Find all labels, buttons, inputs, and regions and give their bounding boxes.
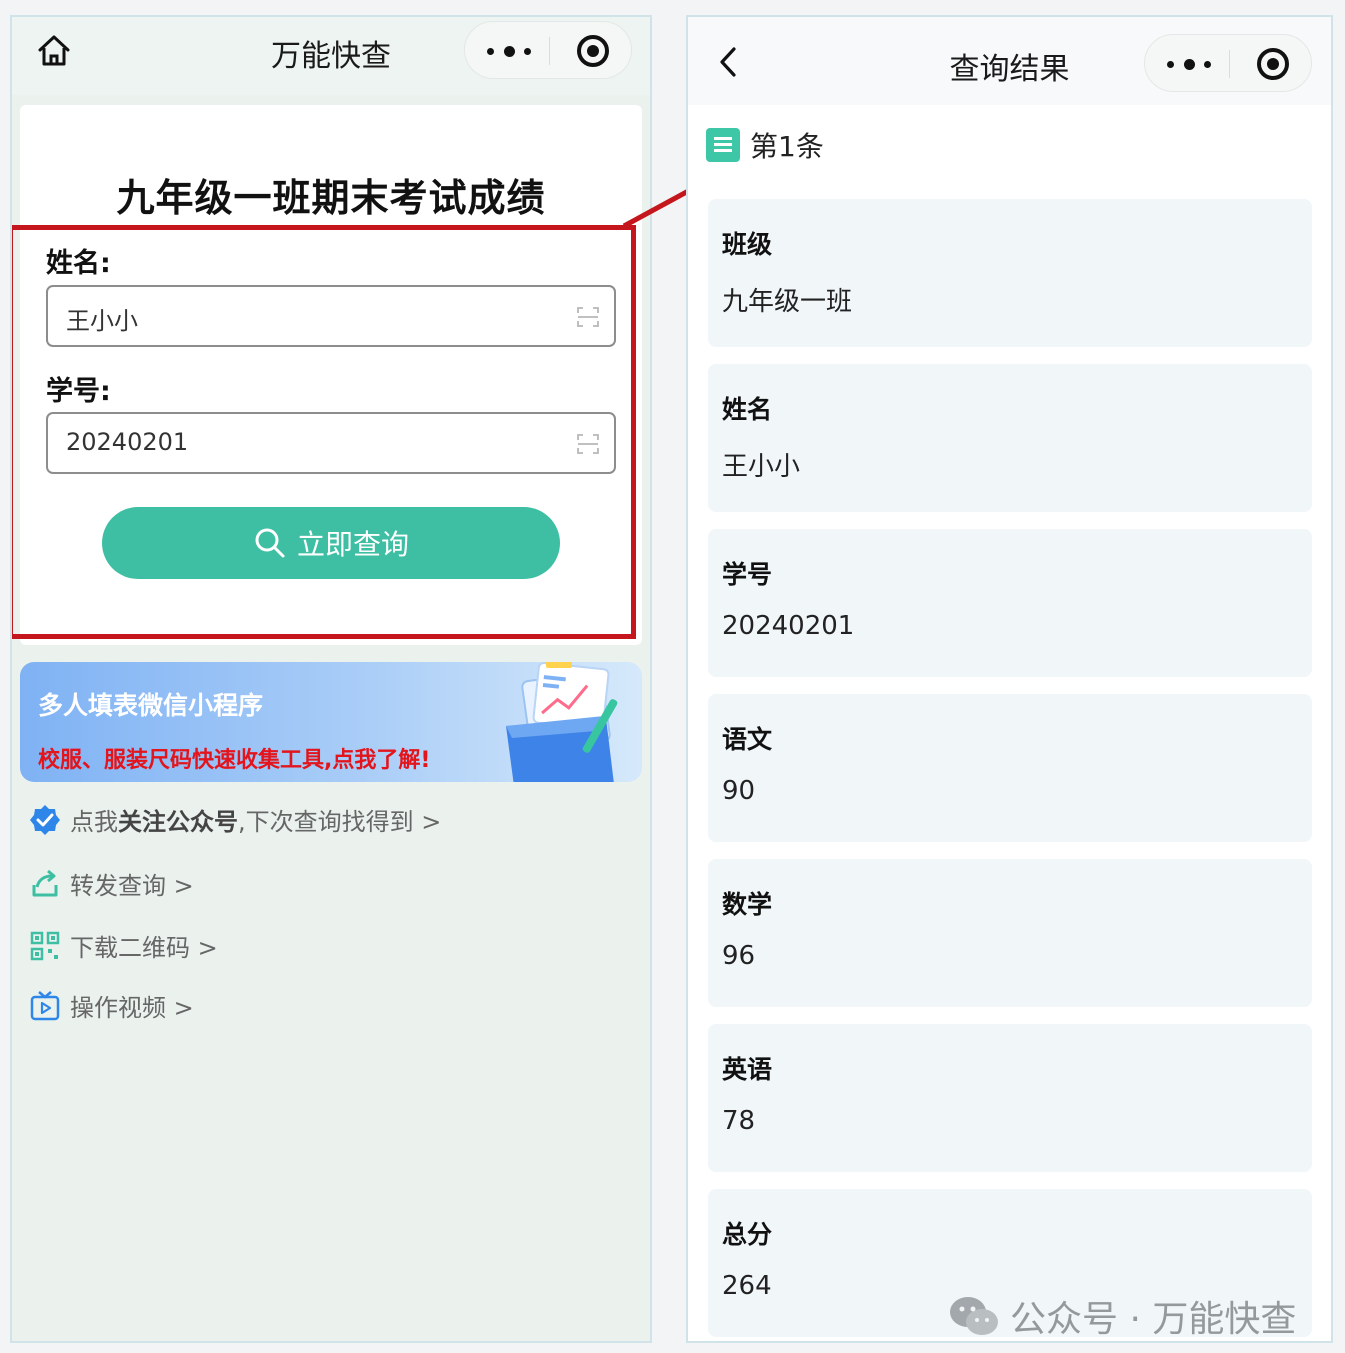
verified-badge-icon bbox=[30, 804, 60, 835]
qr-link-label: 下载二维码 > bbox=[70, 934, 218, 962]
mini-program-capsule bbox=[1144, 34, 1312, 92]
result-item-header: 第1条 bbox=[706, 125, 824, 165]
field-label: 姓名 bbox=[722, 395, 773, 424]
follow-link-bold: 关注公众号 bbox=[118, 808, 238, 836]
field-label: 语文 bbox=[722, 725, 773, 754]
field-label: 学号 bbox=[722, 560, 773, 589]
share-icon bbox=[32, 869, 58, 896]
mini-program-capsule bbox=[464, 21, 632, 79]
video-tutorial-link[interactable]: 操作视频 > bbox=[28, 988, 194, 1023]
promo-banner[interactable]: 多人填表微信小程序 校服、服装尺码快速收集工具,点我了解! bbox=[20, 662, 642, 782]
form-title: 九年级一班期末考试成绩 bbox=[116, 176, 546, 220]
document-icon bbox=[706, 128, 740, 162]
result-field-card: 英语 78 bbox=[708, 1024, 1312, 1172]
follow-link-suffix: ,下次查询找得到 > bbox=[238, 808, 442, 836]
download-qr-link[interactable]: 下载二维码 > bbox=[28, 928, 218, 963]
top-nav-bar: 查询结果 bbox=[688, 17, 1331, 105]
field-value: 264 bbox=[722, 1271, 772, 1301]
follow-link-prefix: 点我 bbox=[70, 808, 118, 836]
qr-code-icon bbox=[30, 931, 60, 960]
result-field-card: 语文 90 bbox=[708, 694, 1312, 842]
query-result-screen: 查询结果 第1条 班级 九年级一班 姓名 王小小 学号 20240201 语文 … bbox=[686, 15, 1333, 1343]
capsule-divider bbox=[1229, 50, 1230, 78]
close-miniprogram-button[interactable] bbox=[577, 35, 609, 67]
watermark: 公众号 · 万能快查 bbox=[948, 1290, 1296, 1342]
banner-subtitle: 校服、服装尺码快速收集工具,点我了解! bbox=[38, 748, 431, 773]
highlight-box bbox=[12, 225, 636, 639]
wechat-icon bbox=[950, 1297, 998, 1335]
field-value: 90 bbox=[722, 776, 756, 806]
result-field-card: 数学 96 bbox=[708, 859, 1312, 1007]
more-menu-button[interactable] bbox=[487, 22, 531, 80]
video-icon bbox=[30, 990, 60, 1020]
field-label: 班级 bbox=[722, 230, 773, 259]
more-menu-button[interactable] bbox=[1167, 35, 1211, 93]
share-query-link[interactable]: 转发查询 > bbox=[28, 866, 194, 901]
close-miniprogram-button[interactable] bbox=[1257, 48, 1289, 80]
folder-chart-illustration-icon bbox=[506, 662, 618, 782]
field-value: 王小小 bbox=[722, 452, 801, 482]
result-item-title: 第1条 bbox=[750, 130, 824, 163]
field-label: 数学 bbox=[722, 890, 773, 919]
watermark-text: 公众号 · 万能快查 bbox=[1010, 1299, 1297, 1340]
capsule-divider bbox=[549, 37, 550, 65]
field-value: 96 bbox=[722, 941, 756, 971]
result-field-card: 学号 20240201 bbox=[708, 529, 1312, 677]
field-value: 20240201 bbox=[722, 611, 855, 641]
field-value: 78 bbox=[722, 1106, 756, 1136]
top-nav-bar: 万能快查 bbox=[12, 17, 650, 95]
query-form-screen: 万能快查 九年级一班期末考试成绩 姓名: 王小小 学号: 20240201 立即… bbox=[10, 15, 652, 1343]
field-label: 总分 bbox=[722, 1220, 773, 1249]
result-field-card: 班级 九年级一班 bbox=[708, 199, 1312, 347]
video-link-label: 操作视频 > bbox=[70, 994, 194, 1022]
field-label: 英语 bbox=[722, 1055, 773, 1084]
result-field-card: 姓名 王小小 bbox=[708, 364, 1312, 512]
share-link-label: 转发查询 > bbox=[70, 872, 194, 900]
follow-account-link[interactable]: 点我 关注公众号 ,下次查询找得到 > bbox=[28, 802, 441, 837]
banner-title: 多人填表微信小程序 bbox=[38, 691, 264, 720]
field-value: 九年级一班 bbox=[722, 287, 853, 317]
